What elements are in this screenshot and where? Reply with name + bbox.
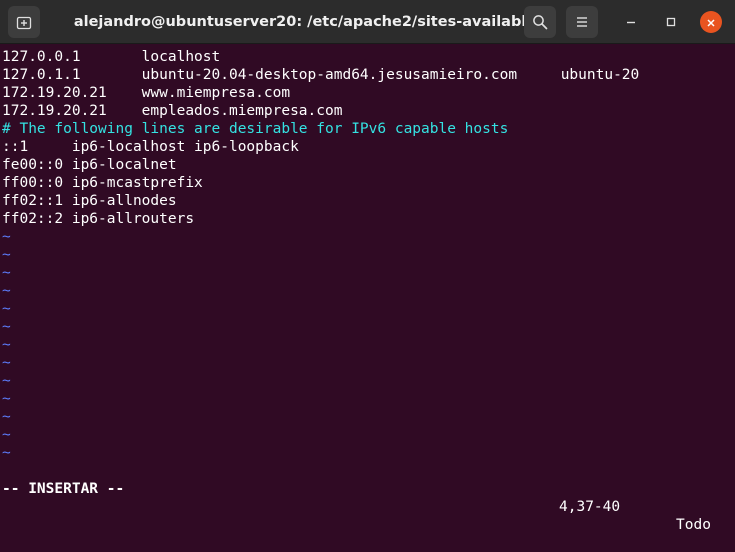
empty-line-tilde: ~ <box>2 265 11 281</box>
hamburger-menu-icon <box>575 15 589 29</box>
new-tab-button[interactable] <box>8 6 40 38</box>
terminal-area[interactable]: 127.0.0.1 localhost 127.0.1.1 ubuntu-20.… <box>0 44 735 533</box>
hosts-line: 127.0.0.1 localhost <box>2 49 221 65</box>
vim-status-line: -- INSERTAR -- 4,37-40 Todo <box>0 462 735 533</box>
empty-line-tilde: ~ <box>2 337 11 353</box>
hosts-line: 172.19.20.21 www.miempresa.com <box>2 85 291 101</box>
menu-button[interactable] <box>566 6 598 38</box>
insert-mode-indicator: -- INSERTAR -- <box>2 481 125 497</box>
minimize-button[interactable] <box>620 11 642 33</box>
empty-line-tilde: ~ <box>2 247 11 263</box>
search-button[interactable] <box>524 6 556 38</box>
hosts-line: ::1 ip6-localhost ip6-loopback <box>2 139 299 155</box>
empty-line-tilde: ~ <box>2 373 11 389</box>
hosts-line: fe00::0 ip6-localnet <box>2 157 177 173</box>
empty-line-tilde: ~ <box>2 301 11 317</box>
empty-line-tilde: ~ <box>2 409 11 425</box>
search-icon <box>532 14 548 30</box>
scroll-position: Todo <box>676 517 711 533</box>
close-button[interactable] <box>700 11 722 33</box>
empty-line-tilde: ~ <box>2 355 11 371</box>
hosts-line: ff02::2 ip6-allrouters <box>2 211 195 227</box>
empty-line-tilde: ~ <box>2 229 11 245</box>
hosts-line: ff00::0 ip6-mcastprefix <box>2 175 203 191</box>
empty-line-tilde: ~ <box>2 283 11 299</box>
close-icon <box>706 13 716 32</box>
window-title: alejandro@ubuntuserver20: /etc/apache2/s… <box>73 14 537 30</box>
comment-line: # The following lines are desirable for … <box>2 121 509 137</box>
empty-line-tilde: ~ <box>2 391 11 407</box>
empty-line-tilde: ~ <box>2 445 11 461</box>
empty-line-tilde: ~ <box>2 319 11 335</box>
minimize-icon <box>625 13 637 32</box>
maximize-icon <box>665 13 677 32</box>
title-bar: alejandro@ubuntuserver20: /etc/apache2/s… <box>0 0 735 44</box>
hosts-line: ff02::1 ip6-allnodes <box>2 193 177 209</box>
cursor-position: 4,37-40 <box>559 499 621 515</box>
hosts-line: 172.19.20.21 empleados.miempresa.com <box>2 103 343 119</box>
new-tab-icon <box>16 14 32 30</box>
hosts-line: 127.0.1.1 ubuntu-20.04-desktop-amd64.jes… <box>2 67 640 83</box>
maximize-button[interactable] <box>660 11 682 33</box>
empty-line-tilde: ~ <box>2 427 11 443</box>
